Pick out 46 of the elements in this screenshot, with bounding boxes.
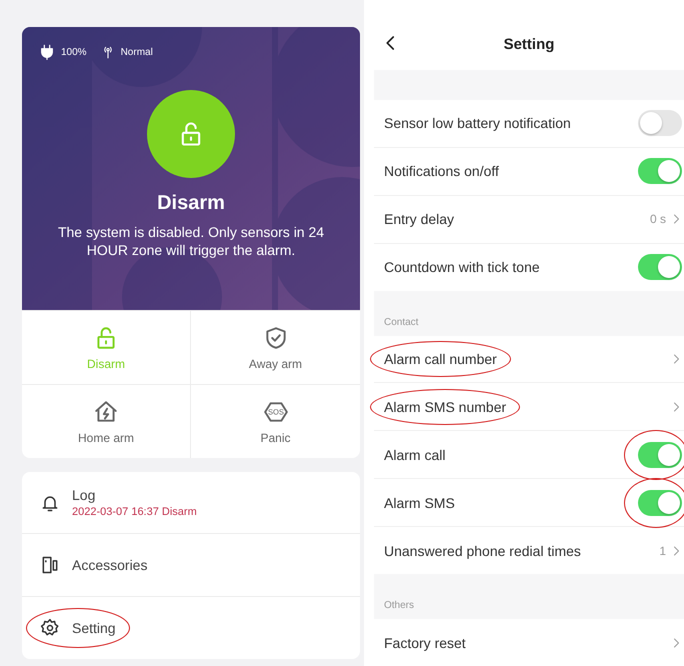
setting-row[interactable]: Alarm call	[374, 430, 684, 478]
setting-label: Alarm SMS number	[384, 398, 506, 415]
toggle-switch[interactable]	[638, 110, 682, 136]
battery-level: 100%	[61, 46, 87, 58]
setting-row[interactable]: Sensor low battery notification	[374, 100, 684, 147]
menu-label: Setting	[72, 620, 116, 636]
setting-label: Factory reset	[384, 634, 466, 650]
section-header: Others	[374, 574, 684, 620]
setting-label: Notifications on/off	[384, 163, 499, 180]
setting-label: Sensor low battery notification	[384, 115, 571, 132]
setting-row[interactable]: Factory reset	[374, 619, 684, 666]
signal-status: Normal	[120, 46, 153, 58]
setting-row[interactable]: Alarm SMS number	[374, 382, 684, 430]
setting-label: Unanswered phone redial times	[384, 542, 581, 559]
section-header: Contact	[374, 290, 684, 336]
toggle-switch[interactable]	[638, 442, 682, 468]
setting-label: Alarm call number	[384, 350, 497, 367]
toggle-switch[interactable]	[638, 490, 682, 516]
page-title: Setting	[504, 36, 554, 54]
log-entry: 2022-03-07 16:37 Disarm	[72, 506, 197, 518]
setting-value: 0 s	[650, 212, 666, 226]
toggle-switch[interactable]	[638, 158, 682, 184]
setting-row[interactable]: Entry delay 0 s	[374, 194, 684, 243]
setting-value: 1	[659, 544, 666, 558]
mode-button[interactable]: Away arm	[191, 310, 360, 384]
menu-item[interactable]: Accessories	[22, 533, 360, 596]
status-description: The system is disabled. Only sensors in 24 HOUR zone will trigger the alarm.	[56, 223, 326, 259]
sensor-icon	[40, 555, 60, 575]
mode-button[interactable]: Home arm	[22, 384, 191, 458]
house-lightning-icon	[93, 398, 119, 424]
plug-icon	[39, 44, 55, 60]
setting-label: Countdown with tick tone	[384, 259, 540, 276]
menu-item[interactable]: Log 2022-03-07 16:37 Disarm	[22, 472, 360, 533]
toggle-switch[interactable]	[638, 254, 682, 280]
setting-row[interactable]: Notifications on/off	[374, 146, 684, 195]
setting-row[interactable]: Alarm call number	[374, 336, 684, 382]
status-title: Disarm	[157, 192, 225, 215]
setting-row[interactable]: Alarm SMS	[374, 478, 684, 526]
setting-label: Entry delay	[384, 211, 454, 228]
menu-label: Accessories	[72, 557, 148, 573]
setting-label: Alarm call	[384, 446, 446, 463]
settings-icon	[40, 618, 60, 638]
menu-item[interactable]: Setting	[22, 596, 360, 659]
mode-button[interactable]: SOS Panic	[191, 384, 360, 458]
menu-label: Log	[72, 487, 96, 503]
setting-label: Alarm SMS	[384, 494, 455, 511]
